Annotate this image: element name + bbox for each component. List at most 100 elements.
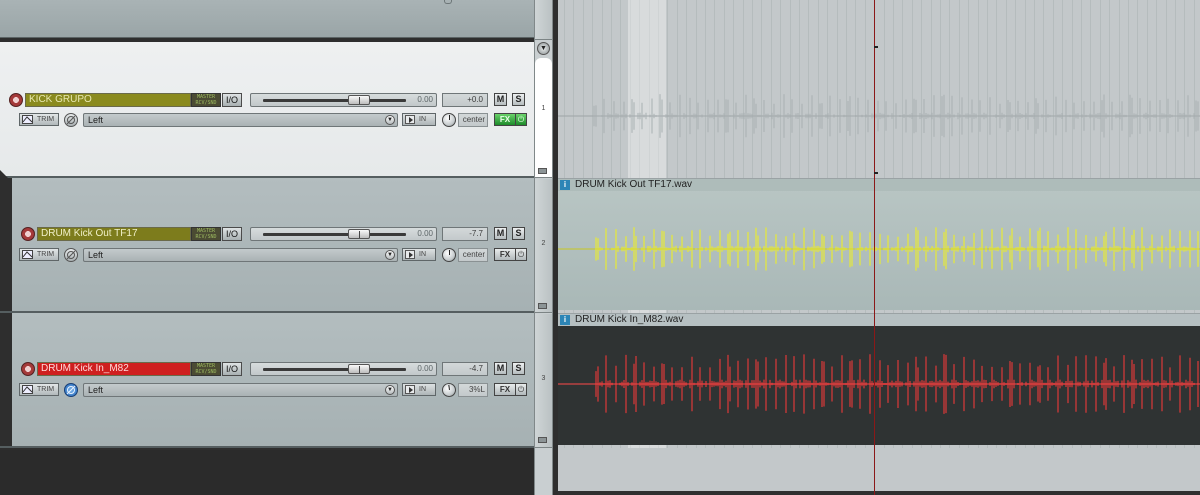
- track-1-panel[interactable]: KICK GRUPO MASTER RCV/SND I/O 0.00 +0.0 …: [0, 42, 534, 178]
- cursor-marker: [874, 46, 878, 48]
- fader-value: 0.00: [417, 229, 433, 238]
- io-button[interactable]: I/O: [222, 227, 242, 241]
- input-monitor-button[interactable]: IN: [402, 383, 436, 396]
- fx-bypass-power-icon[interactable]: ⏻: [515, 248, 527, 261]
- input-select[interactable]: Left ▼: [83, 113, 398, 127]
- arrange-view[interactable]: i DRUM Kick Out TF17.wav i DRUM Kick In_…: [558, 0, 1200, 495]
- input-select-value: Left: [88, 250, 104, 260]
- input-select[interactable]: Left ▼: [83, 248, 398, 262]
- mute-button[interactable]: M: [494, 362, 507, 375]
- horizontal-scrollbar[interactable]: [558, 491, 1200, 495]
- phase-invert-button[interactable]: [64, 383, 78, 397]
- trim-label: TRIM: [37, 251, 55, 258]
- envelope-icon: [22, 115, 33, 124]
- fader-knob[interactable]: [348, 364, 370, 374]
- folder-indent: [0, 178, 12, 311]
- chevron-down-icon: ▼: [385, 250, 395, 260]
- fader-value: 0.00: [417, 364, 433, 373]
- trim-label: TRIM: [37, 116, 55, 123]
- volume-fader[interactable]: 0.00: [250, 227, 437, 241]
- fader-groove: [263, 99, 406, 102]
- item-info-icon[interactable]: i: [560, 180, 570, 190]
- trim-label: TRIM: [37, 386, 55, 393]
- chevron-down-icon[interactable]: ▼: [537, 42, 550, 55]
- media-item-kick-in[interactable]: i DRUM Kick In_M82.wav: [558, 314, 1200, 445]
- fader-knob[interactable]: [348, 95, 370, 105]
- item-name: DRUM Kick In_M82.wav: [575, 314, 684, 325]
- fx-bypass-power-icon[interactable]: ⏻: [515, 113, 527, 126]
- track-3-panel[interactable]: DRUM Kick In_M82 MASTER RCV/SND I/O 0.00…: [0, 313, 534, 448]
- in-label: IN: [419, 251, 426, 258]
- play-icon: [405, 115, 415, 124]
- fader-value: 0.00: [417, 95, 433, 104]
- fx-button[interactable]: FX: [494, 383, 516, 396]
- input-select-value: Left: [88, 385, 104, 395]
- trim-envelope-button[interactable]: TRIM: [19, 248, 60, 261]
- fx-button[interactable]: FX: [494, 113, 516, 126]
- volume-fader[interactable]: 0.00: [250, 93, 437, 107]
- item-header[interactable]: i DRUM Kick In_M82.wav: [558, 314, 1200, 326]
- trim-envelope-button[interactable]: TRIM: [19, 113, 60, 126]
- phase-invert-button[interactable]: [64, 113, 78, 127]
- play-icon: [405, 385, 415, 394]
- envelope-icon: [22, 250, 33, 259]
- mute-button[interactable]: M: [494, 227, 507, 240]
- item-info-icon[interactable]: i: [560, 315, 570, 325]
- volume-fader[interactable]: 0.00: [250, 362, 437, 376]
- solo-button[interactable]: S: [512, 93, 525, 106]
- volume-display[interactable]: -4.7: [442, 362, 488, 376]
- phase-icon: [66, 250, 76, 260]
- solo-button[interactable]: S: [512, 227, 525, 240]
- phase-invert-button[interactable]: [64, 248, 78, 262]
- play-icon: [405, 250, 415, 259]
- io-button[interactable]: I/O: [222, 93, 242, 107]
- pan-value: 3%L: [458, 383, 488, 397]
- track-control-panel: KICK GRUPO MASTER RCV/SND I/O 0.00 +0.0 …: [0, 0, 534, 495]
- item-header[interactable]: i DRUM Kick Out TF17.wav: [558, 179, 1200, 191]
- track-collapse-icon[interactable]: [444, 0, 452, 4]
- input-monitor-button[interactable]: IN: [402, 248, 436, 261]
- phase-icon: [66, 115, 76, 125]
- pan-value: center: [458, 248, 488, 262]
- fader-groove: [263, 368, 406, 371]
- tcp-empty-area[interactable]: [0, 450, 534, 495]
- trim-envelope-button[interactable]: TRIM: [19, 383, 60, 396]
- fx-button[interactable]: FX: [494, 248, 516, 261]
- edit-cursor[interactable]: [874, 0, 875, 495]
- io-button[interactable]: I/O: [222, 362, 242, 376]
- input-select[interactable]: Left ▼: [83, 383, 398, 397]
- track-meter: MASTER RCV/SND: [191, 362, 221, 376]
- track-meter: MASTER RCV/SND: [191, 227, 221, 241]
- track-number-3: 3: [541, 375, 546, 382]
- mute-button[interactable]: M: [494, 93, 507, 106]
- input-monitor-button[interactable]: IN: [402, 113, 436, 126]
- record-arm-button[interactable]: [9, 93, 23, 107]
- track-number-segment[interactable]: [535, 0, 552, 40]
- track-name-field[interactable]: DRUM Kick Out TF17: [37, 227, 191, 241]
- envelope-icon: [22, 385, 33, 394]
- solo-button[interactable]: S: [512, 362, 525, 375]
- volume-display[interactable]: -7.7: [442, 227, 488, 241]
- track-number-segment[interactable]: [535, 58, 552, 178]
- in-label: IN: [419, 386, 426, 393]
- pan-knob[interactable]: [442, 113, 456, 127]
- track-2-panel[interactable]: DRUM Kick Out TF17 MASTER RCV/SND I/O 0.…: [0, 178, 534, 313]
- chevron-down-icon: ▼: [385, 115, 395, 125]
- record-arm-button[interactable]: [21, 227, 35, 241]
- pan-knob[interactable]: [442, 248, 456, 262]
- track-name-field[interactable]: DRUM Kick In_M82: [37, 362, 191, 376]
- folder-icon: [538, 303, 547, 309]
- fx-bypass-power-icon[interactable]: ⏻: [515, 383, 527, 396]
- track-name-field[interactable]: KICK GRUPO: [25, 93, 191, 107]
- in-label: IN: [419, 116, 426, 123]
- track-number-strip: ▼ 1 2 3: [534, 0, 553, 495]
- record-arm-button[interactable]: [21, 362, 35, 376]
- volume-display[interactable]: +0.0: [442, 93, 488, 107]
- reaper-window: KICK GRUPO MASTER RCV/SND I/O 0.00 +0.0 …: [0, 0, 1200, 495]
- media-item-kick-out[interactable]: i DRUM Kick Out TF17.wav: [558, 179, 1200, 310]
- pan-knob[interactable]: [441, 382, 457, 398]
- fader-knob[interactable]: [348, 229, 370, 239]
- track-above-partial: [0, 0, 534, 38]
- arrange-empty-area[interactable]: [558, 448, 1200, 495]
- folder-indent: [0, 313, 12, 446]
